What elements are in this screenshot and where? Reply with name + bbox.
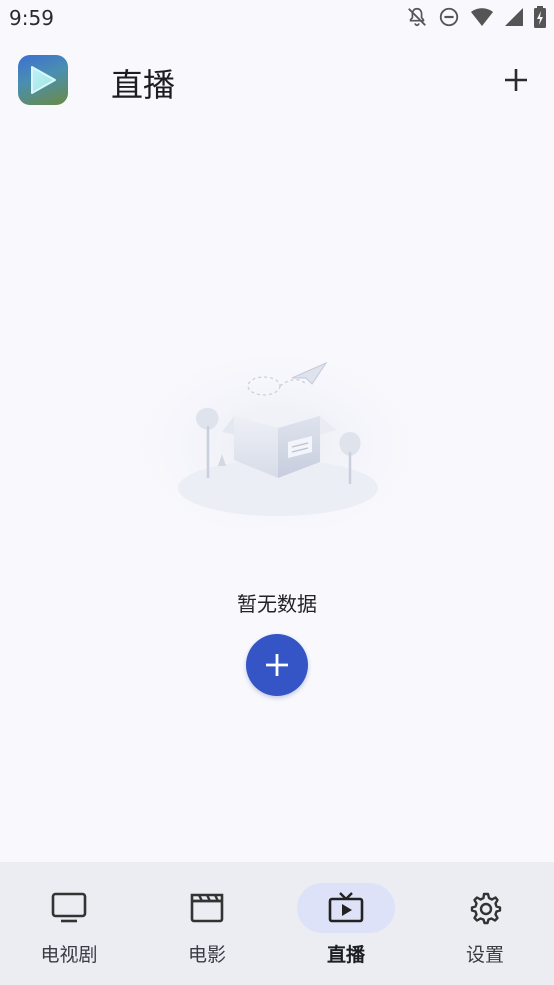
page-title: 直播 bbox=[111, 66, 176, 104]
monitor-icon bbox=[51, 892, 87, 923]
plus-icon bbox=[266, 654, 288, 676]
status-icons bbox=[406, 6, 546, 28]
notifications-off-icon bbox=[408, 7, 426, 27]
status-time: 9:59 bbox=[9, 6, 54, 30]
play-logo-icon bbox=[18, 55, 68, 105]
status-bar: 9:59 bbox=[0, 0, 554, 38]
nav-label-movies: 电影 bbox=[187, 944, 226, 966]
clapperboard-icon bbox=[190, 893, 224, 923]
nav-item-live[interactable]: 直播 bbox=[277, 862, 415, 985]
signal-icon bbox=[505, 8, 523, 26]
add-channel-button[interactable] bbox=[246, 634, 308, 696]
nav-icon-container bbox=[297, 883, 395, 933]
empty-state-message: 暂无数据 bbox=[237, 592, 317, 616]
nav-item-movies[interactable]: 电影 bbox=[138, 862, 276, 985]
nav-label-settings: 设置 bbox=[465, 944, 504, 966]
bottom-nav: 电视剧 电影 直播 设置 bbox=[0, 862, 554, 985]
nav-item-tv-series[interactable]: 电视剧 bbox=[0, 862, 138, 985]
wifi-icon bbox=[471, 8, 493, 26]
nav-label-live: 直播 bbox=[326, 944, 365, 966]
settings-gear-icon bbox=[470, 892, 502, 925]
plus-icon bbox=[505, 69, 527, 91]
nav-label-tv-series: 电视剧 bbox=[40, 944, 98, 966]
app-bar: 直播 bbox=[0, 50, 554, 114]
nav-icon-container bbox=[20, 883, 118, 933]
nav-icon-container bbox=[158, 883, 256, 933]
nav-item-settings[interactable]: 设置 bbox=[416, 862, 554, 985]
nav-icon-container bbox=[436, 883, 534, 933]
do-not-disturb-icon bbox=[439, 7, 459, 27]
battery-charging-icon bbox=[534, 6, 546, 28]
empty-box-illustration bbox=[130, 328, 424, 528]
live-tv-icon bbox=[328, 892, 364, 923]
add-button[interactable] bbox=[500, 64, 532, 96]
